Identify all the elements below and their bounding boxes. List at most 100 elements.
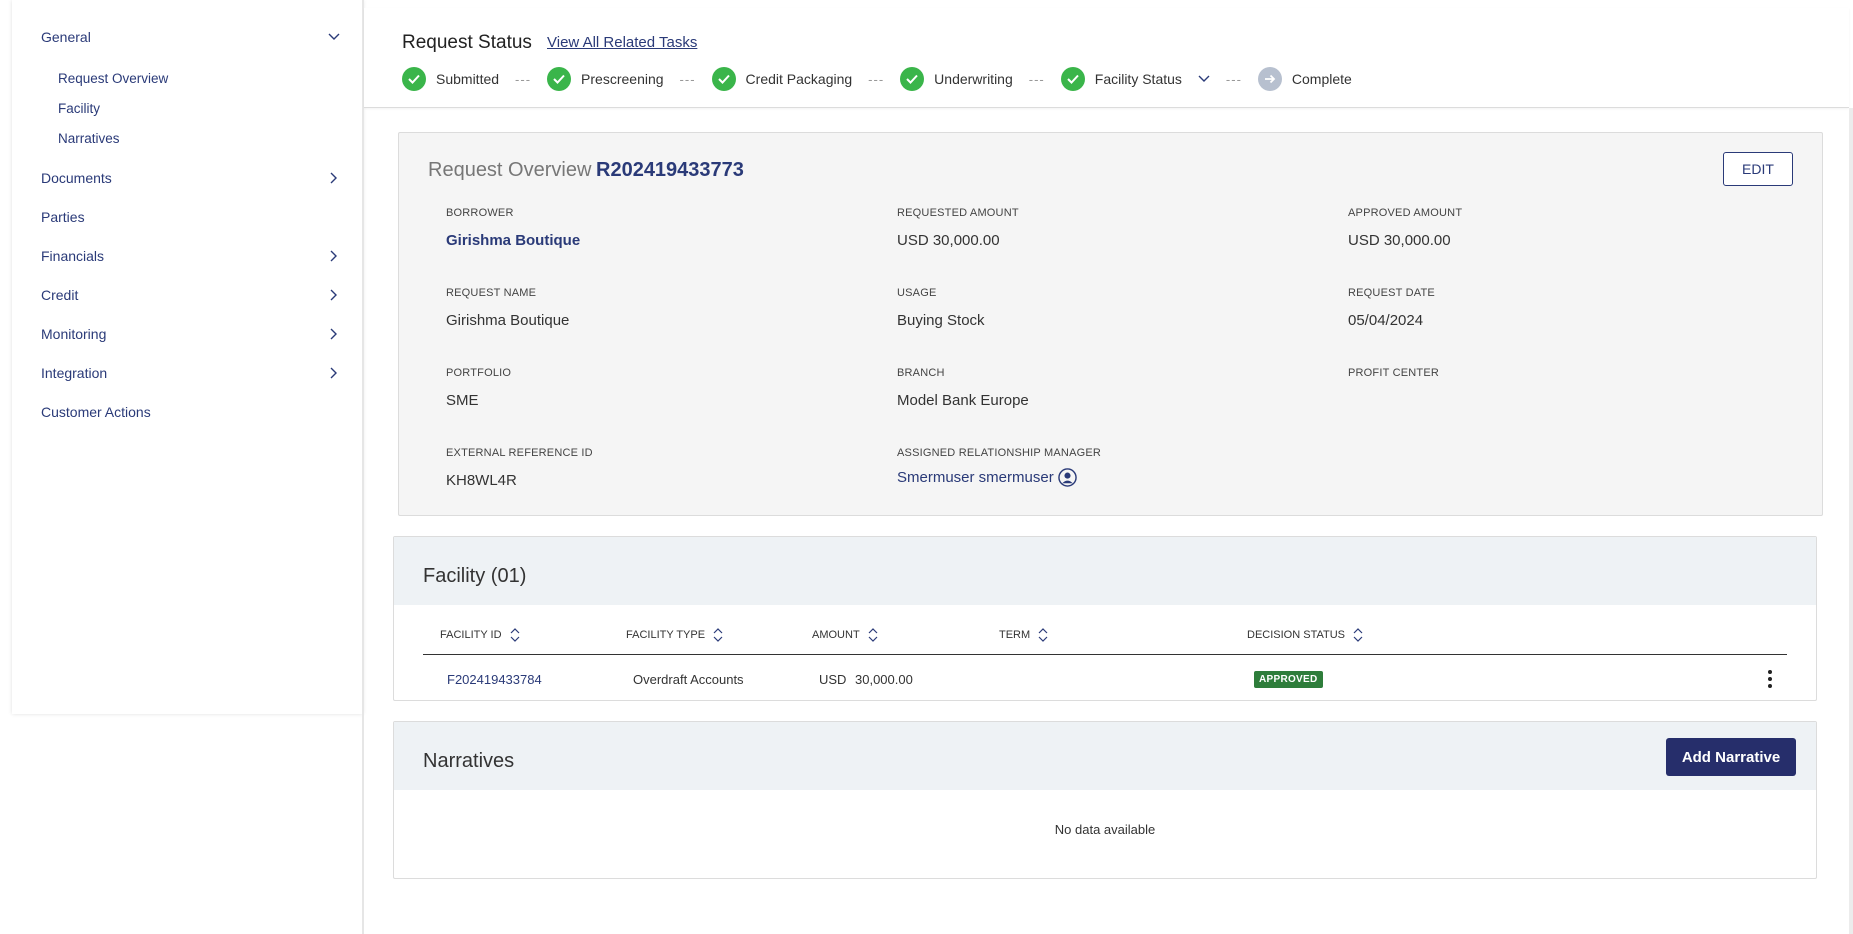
column-label: AMOUNT (812, 629, 860, 641)
edit-button[interactable]: EDIT (1723, 152, 1793, 186)
sidebar-item-parties[interactable]: Parties (41, 209, 341, 225)
portfolio-value: SME (446, 392, 479, 409)
check-circle-icon (547, 67, 572, 91)
narratives-card-header: Narratives Add Narrative (394, 722, 1816, 790)
step-label: Prescreening (581, 71, 664, 87)
request-name-label: REQUEST NAME (446, 287, 537, 299)
chevron-down-icon (327, 30, 341, 44)
sidebar-item-general[interactable]: General (41, 29, 341, 45)
step-separator: --- (515, 71, 532, 87)
request-id: R202419433773 (596, 159, 744, 181)
portfolio-label: PORTFOLIO (446, 367, 512, 379)
sidebar-item-financials[interactable]: Financials (41, 248, 341, 264)
step-separator: --- (1028, 71, 1045, 87)
facility-card: Facility (01) FACILITY ID FACILITY TYPE … (393, 536, 1817, 701)
chevron-right-icon (327, 327, 341, 341)
column-header-facility-type[interactable]: FACILITY TYPE (626, 628, 723, 642)
column-label: FACILITY ID (440, 629, 502, 641)
check-circle-icon (900, 67, 925, 91)
sort-icon[interactable] (1353, 628, 1363, 642)
check-circle-icon (1060, 67, 1085, 91)
sidebar-item-customer-actions[interactable]: Customer Actions (41, 404, 341, 420)
table-header-divider (423, 654, 1787, 655)
column-header-facility-id[interactable]: FACILITY ID (440, 628, 520, 642)
check-circle-icon (711, 67, 736, 91)
chevron-right-icon (327, 171, 341, 185)
relationship-manager-link[interactable]: Smermuser smermuser (897, 468, 1077, 487)
narratives-title: Narratives (423, 750, 515, 772)
branch-value: Model Bank Europe (897, 392, 1029, 409)
request-overview-card: Request Overview R202419433773 EDIT BORR… (398, 132, 1823, 516)
sidebar-subitem-facility[interactable]: Facility (58, 101, 100, 116)
step-label: Underwriting (934, 71, 1013, 87)
sidebar-subitem-request-overview[interactable]: Request Overview (58, 71, 168, 86)
sort-icon[interactable] (868, 628, 878, 642)
sidebar-item-label: Parties (41, 209, 85, 225)
sort-icon[interactable] (510, 628, 520, 642)
chevron-right-icon (327, 288, 341, 302)
usage-label: USAGE (897, 287, 937, 299)
usage-value: Buying Stock (897, 312, 985, 329)
sidebar-item-label: Credit (41, 287, 79, 303)
column-label: TERM (999, 629, 1031, 641)
relationship-manager-label: ASSIGNED RELATIONSHIP MANAGER (897, 447, 1102, 459)
column-header-amount[interactable]: AMOUNT (812, 628, 878, 642)
sidebar-item-label: Documents (41, 170, 112, 186)
sort-icon[interactable] (713, 628, 723, 642)
requested-amount-value: USD 30,000.00 (897, 232, 1000, 249)
sidebar-item-integration[interactable]: Integration (41, 365, 341, 381)
approved-amount-label: APPROVED AMOUNT (1348, 207, 1463, 219)
arrow-right-circle-icon (1257, 67, 1282, 91)
empty-state-text: No data available (1054, 822, 1156, 837)
sidebar-item-documents[interactable]: Documents (41, 170, 341, 186)
facility-type-cell: Overdraft Accounts (633, 672, 744, 687)
step-separator: --- (1225, 71, 1242, 87)
sidebar-item-credit[interactable]: Credit (41, 287, 341, 303)
step-prescreening: Prescreening (547, 67, 664, 91)
step-submitted: Submitted (402, 67, 499, 91)
page-title: Request Status (402, 32, 532, 53)
more-options-icon[interactable] (1764, 668, 1776, 690)
borrower-link[interactable]: Girishma Boutique (446, 232, 580, 249)
request-date-value: 05/04/2024 (1348, 312, 1424, 329)
scrollbar-track[interactable] (1849, 108, 1853, 934)
branch-label: BRANCH (897, 367, 945, 379)
sidebar-item-label: Customer Actions (41, 404, 151, 420)
step-label: Facility Status (1094, 71, 1182, 87)
column-header-decision-status[interactable]: DECISION STATUS (1247, 628, 1363, 642)
chevron-right-icon (327, 366, 341, 380)
sidebar-subitem-narratives[interactable]: Narratives (58, 131, 120, 146)
sidebar-item-label: Financials (41, 248, 105, 264)
step-credit-packaging: Credit Packaging (711, 67, 853, 91)
external-ref-label: EXTERNAL REFERENCE ID (446, 447, 593, 459)
column-label: DECISION STATUS (1247, 629, 1345, 641)
sort-icon[interactable] (1038, 628, 1048, 642)
step-label: Submitted (436, 71, 500, 87)
user-profile-icon[interactable] (1057, 468, 1077, 487)
main-content: Request Status View All Related Tasks Su… (364, 0, 1853, 934)
sidebar-item-label: Monitoring (41, 326, 107, 342)
step-label: Credit Packaging (745, 71, 853, 87)
step-label: Complete (1291, 71, 1352, 87)
add-narrative-button[interactable]: Add Narrative (1666, 738, 1796, 776)
approved-amount-value: USD 30,000.00 (1348, 232, 1451, 249)
step-complete: Complete (1257, 67, 1352, 91)
relationship-manager-name: Smermuser smermuser (897, 469, 1054, 486)
external-ref-value: KH8WL4R (446, 472, 517, 489)
step-underwriting: Underwriting (900, 67, 1013, 91)
column-header-term[interactable]: TERM (999, 628, 1048, 642)
amount-currency-cell: USD (819, 672, 847, 687)
sidebar-item-monitoring[interactable]: Monitoring (41, 326, 341, 342)
sidebar-item-label: Integration (41, 365, 108, 381)
sidebar: General Request Overview Facility Narrat… (12, 0, 363, 714)
request-date-label: REQUEST DATE (1348, 287, 1435, 299)
borrower-label: BORROWER (446, 207, 514, 219)
requested-amount-label: REQUESTED AMOUNT (897, 207, 1019, 219)
chevron-down-icon[interactable] (1198, 75, 1210, 83)
request-status-header: Request Status View All Related Tasks Su… (364, 8, 1849, 108)
view-related-tasks-link[interactable]: View All Related Tasks (547, 34, 697, 51)
facility-id-link[interactable]: F202419433784 (447, 672, 542, 687)
facility-card-header: Facility (01) (394, 537, 1816, 605)
step-facility-status[interactable]: Facility Status (1060, 67, 1210, 91)
chevron-right-icon (327, 249, 341, 263)
